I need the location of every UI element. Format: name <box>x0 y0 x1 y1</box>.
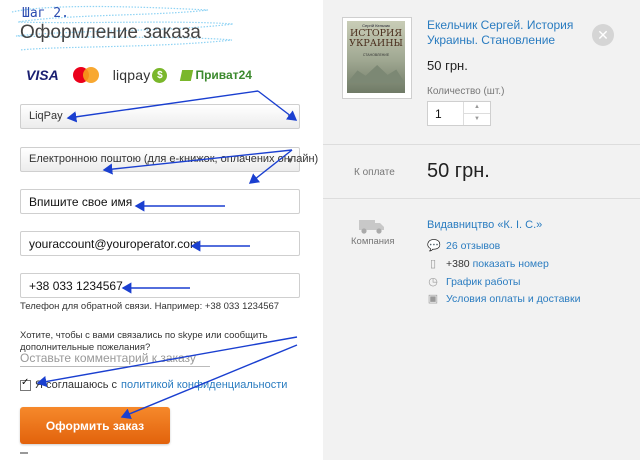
schedule-row[interactable]: ◷ График работы <box>427 276 520 288</box>
product-price: 50 грн. <box>427 58 468 73</box>
phone-field[interactable]: +38 033 1234567 <box>20 273 300 298</box>
phone-hint: Телефон для обратной связи. Например: +3… <box>20 301 280 312</box>
divider <box>323 198 640 199</box>
company-name-link[interactable]: Видавництво «К. І. С.» <box>427 219 542 231</box>
divider <box>323 144 640 145</box>
phone-row[interactable]: ▯ +380 показать номер <box>427 258 549 270</box>
comment-field[interactable]: Оставьте комментарий к заказу <box>20 351 210 367</box>
agree-label: Я соглашаюсь с <box>35 379 118 391</box>
increment-icon[interactable]: ▲ <box>464 102 490 114</box>
privacy-policy-link[interactable]: политикой конфиденциальности <box>121 379 287 391</box>
phone-prefix: +380 <box>446 258 470 270</box>
schedule-link[interactable]: График работы <box>446 276 520 288</box>
reviews-row[interactable]: 💬 26 отзывов <box>427 240 500 252</box>
decrement-icon[interactable]: ▼ <box>464 114 490 125</box>
name-field[interactable]: Впишите свое имя <box>20 189 300 214</box>
clock-icon: ◷ <box>428 276 438 288</box>
agree-checkbox[interactable] <box>20 377 31 391</box>
show-number-link[interactable]: показать номер <box>473 258 549 270</box>
email-field[interactable]: youraccount@youroperator.com <box>20 231 300 256</box>
privacy-agreement: Я соглашаюсь с политикой конфиденциально… <box>20 377 287 391</box>
truck-icon <box>359 220 384 234</box>
chevron-down-icon: ▼ <box>286 156 294 165</box>
step-label: Шаг 2. <box>22 6 69 21</box>
privat24-logo: Приват24 <box>180 68 252 82</box>
quantity-stepper[interactable]: 1 ▲ ▼ <box>427 101 491 126</box>
privat24-mark-icon <box>180 69 194 81</box>
liqpay-coin-icon: $ <box>152 67 168 83</box>
mobile-phone-icon: ▯ <box>429 258 437 270</box>
total-amount: 50 грн. <box>427 160 490 182</box>
close-icon[interactable]: ✕ <box>592 24 614 46</box>
mastercard-logo <box>72 67 99 83</box>
delivery-method-select[interactable]: Електронною поштою (для е-книжок, оплаче… <box>20 147 318 172</box>
product-title-link[interactable]: Екельчик Сергей. История Украины. Станов… <box>427 18 597 48</box>
speech-bubble-icon: 💬 <box>427 240 441 252</box>
submit-order-button[interactable]: Оформить заказ <box>20 407 170 444</box>
page-title: Оформление заказа <box>20 22 201 43</box>
company-label: Компания <box>351 236 395 247</box>
payment-logos: VISA liqpay $ Приват24 <box>26 66 252 84</box>
divider <box>20 452 28 454</box>
reviews-link[interactable]: 26 отзывов <box>446 240 500 252</box>
delivery-box-icon: ▣ <box>427 293 439 305</box>
terms-link[interactable]: Условия оплаты и доставки <box>446 293 580 305</box>
payment-method-select[interactable]: LiqPay ▼ <box>20 104 300 129</box>
terms-row[interactable]: ▣ Условия оплаты и доставки <box>427 293 581 305</box>
chevron-down-icon: ▼ <box>286 113 294 122</box>
total-label: К оплате <box>354 167 395 178</box>
visa-logo: VISA <box>26 67 59 83</box>
book-cover[interactable]: Сергій Кельчик ИСТОРИЯ УКРАИНЫ СТАНОВЛЕН… <box>342 17 412 99</box>
liqpay-logo: liqpay $ <box>113 67 168 83</box>
quantity-label: Количество (шт.) <box>427 86 505 97</box>
